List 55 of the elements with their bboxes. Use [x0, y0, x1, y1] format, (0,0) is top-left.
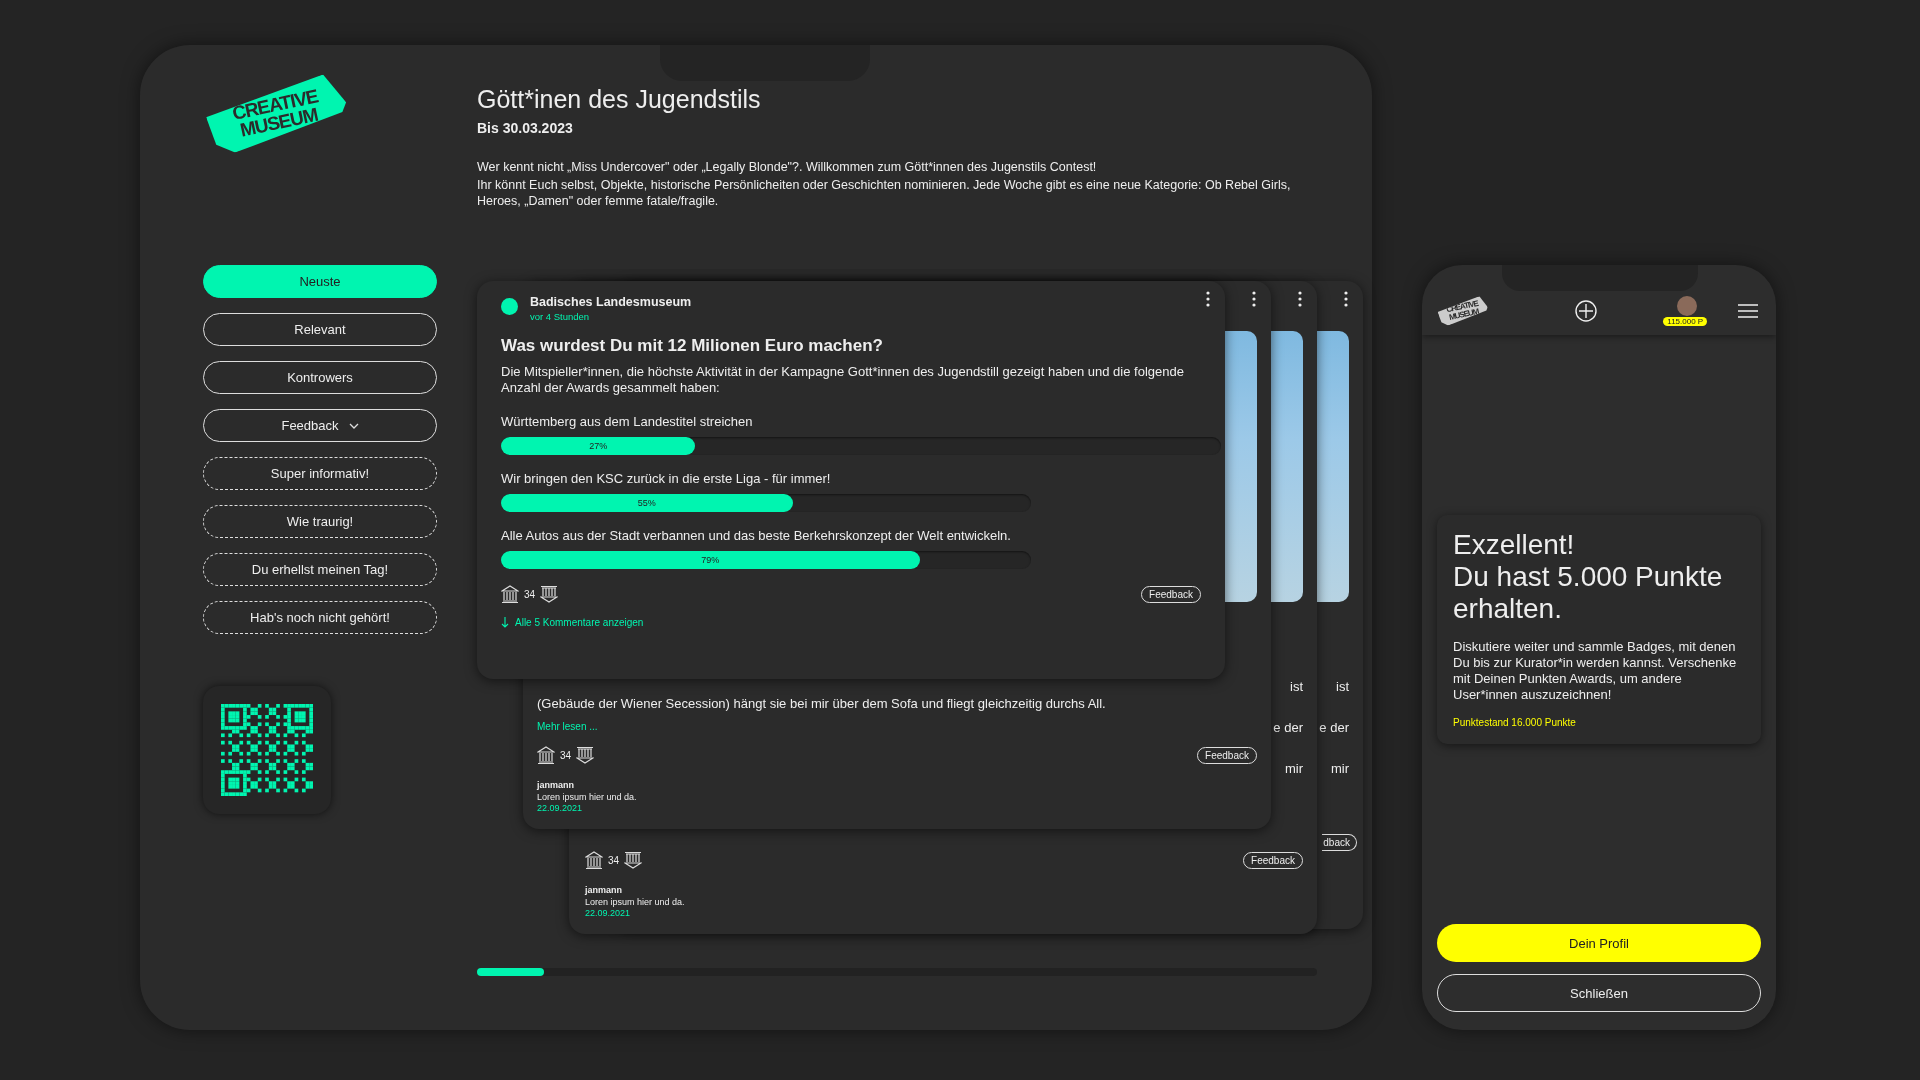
more-icon[interactable]	[1298, 291, 1302, 307]
points-balance: Punktestand 16.000 Punkte	[1453, 717, 1577, 728]
post-author: Badisches Landesmuseum	[530, 295, 692, 309]
campaign-date: Bis 30.03.2023	[477, 120, 574, 136]
filter-button[interactable]: Neuste	[203, 265, 437, 298]
post-question: Was wurdest Du mit 12 Milionen Euro machen?	[501, 336, 884, 356]
post-time: vor 4 Stunden	[530, 311, 591, 322]
scroll-thumb[interactable]	[477, 968, 545, 976]
profile-button[interactable]: Dein Profil	[1437, 924, 1761, 962]
avatar[interactable]	[1677, 296, 1698, 316]
show-comments-link[interactable]: Alle 5 Kommentare anzeigen	[501, 617, 644, 628]
post-text: Die Mitspieller*innen, die höchste Aktivität in der Kampagne Gott*innen des Jugendstill gezeigt haben und die folgende Anzahl der Awards gesammelt haben:	[501, 364, 1185, 396]
award-count: 34	[524, 588, 536, 600]
menu-icon[interactable]	[1737, 304, 1758, 318]
comment-author: janmann	[585, 885, 623, 895]
avatar	[501, 298, 518, 315]
reward-text: Diskutiere weiter und sammle Badges, mit denen Du bis zur Kurator*in werden kannst. Verschenke mit Deinen Punkten Awards, um andere User*innen auszuzeichnen!	[1453, 639, 1738, 703]
read-more-link[interactable]: Mehr lesen ...	[537, 721, 1257, 732]
text-fragment: e der	[1319, 720, 1349, 735]
comment-date: 22.09.2021	[537, 803, 584, 813]
more-icon[interactable]	[1344, 291, 1348, 307]
post-text: (Gebäude der Wiener Secession) hängt sie bei mir über dem Sofa und fliegt gleichzeitig durchs All.	[537, 696, 1107, 711]
comment-date: 22.09.2021	[585, 908, 632, 918]
text-fragment: ist	[1290, 679, 1303, 694]
comment-text: Loren ipsum hier und da.	[537, 792, 638, 802]
poll-option-label: Württemberg aus dem Landestitel streichen	[501, 414, 754, 429]
inverted-museum-icon[interactable]	[576, 746, 595, 764]
reward-title: Exzellent! Du hast 5.000 Punkte erhalten.	[1453, 529, 1724, 625]
add-icon[interactable]	[1574, 300, 1597, 322]
poll-percentage: 55%	[637, 498, 656, 508]
more-icon[interactable]	[1252, 291, 1256, 307]
more-icon[interactable]	[1206, 291, 1210, 307]
award-count: 34	[608, 854, 620, 866]
museum-icon[interactable]	[585, 851, 603, 869]
campaign-description: Ihr könnt Euch selbst, Objekte, historische Persönlicheiten oder Geschichten nominieren. Jede Woche gibt es eine neue Kategorie: Ob Rebel Girls, Heroes, „Damen" oder femme fatale/fragile.	[477, 177, 1292, 209]
museum-icon[interactable]	[501, 585, 519, 603]
text-fragment: ist	[1336, 679, 1349, 694]
poll-percentage: 79%	[701, 555, 720, 565]
poll-option-label: Wir bringen den KSC zurück in die erste Liga - für immer!	[501, 471, 832, 486]
inverted-museum-icon[interactable]	[624, 851, 643, 869]
comment-text: Loren ipsum hier und da.	[585, 897, 686, 907]
chevron-down-icon	[348, 422, 359, 429]
text-fragment: mir	[1330, 761, 1349, 776]
campaign-intro: Wer kennt nicht „Miss Undercover" oder „Legally Blonde"?. Willkommen zum Gött*innen des Jugenstils Contest!	[477, 159, 1098, 175]
museum-icon[interactable]	[537, 746, 555, 764]
inverted-museum-icon[interactable]	[540, 585, 559, 603]
comment-author: janmann	[537, 780, 575, 790]
poll-percentage: 27%	[589, 441, 608, 451]
text-fragment: mir	[1284, 761, 1303, 776]
arrow-down-icon	[501, 617, 509, 628]
poll-option-label: Alle Autos aus der Stadt verbannen und das beste Berkehrskonzept der Welt entwickeln.	[501, 528, 1012, 543]
text-fragment: e der	[1273, 720, 1303, 735]
points-badge: 115.000 P	[1663, 317, 1708, 326]
campaign-title: Gött*inen des Jugendstils	[477, 85, 762, 114]
award-count: 34	[560, 749, 572, 761]
